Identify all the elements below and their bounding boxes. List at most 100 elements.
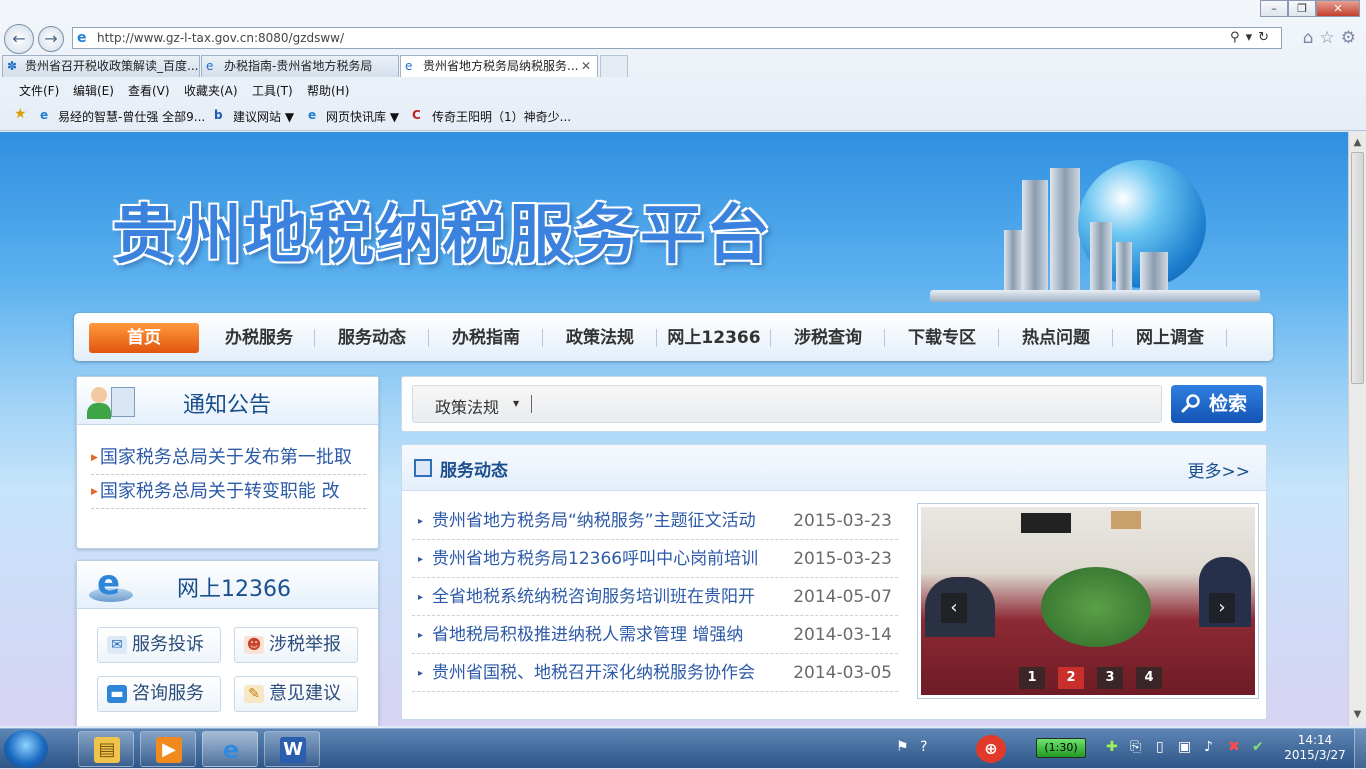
notice-panel: 通知公告 ▶ 国家税务总局关于发布第一批取 ▶ 国家税务总局关于转变职能 改 (76, 376, 379, 549)
scroll-up-arrow-icon[interactable]: ▲ (1349, 134, 1366, 151)
refresh-icon[interactable]: ↻ (1258, 30, 1275, 45)
help-icon[interactable]: ? (920, 739, 927, 755)
close-tab-icon[interactable]: ✕ (581, 56, 591, 76)
slide-indicator-4[interactable]: 4 (1136, 667, 1162, 689)
nav-hot-issues[interactable]: 热点问题 (1001, 323, 1111, 353)
nav-service-news[interactable]: 服务动态 (317, 323, 427, 353)
suggestion-button[interactable]: ✎ 意见建议 (234, 676, 358, 712)
consulting-button[interactable]: ▬ 咨询服务 (97, 676, 221, 712)
nav-policy-regulations[interactable]: 政策法规 (545, 323, 655, 353)
news-title[interactable]: 贵州省国税、地税召开深化纳税服务协作会 (432, 655, 794, 691)
nav-divider (998, 329, 999, 347)
show-desktop-button[interactable] (1354, 729, 1366, 769)
news-row[interactable]: ▸ 省地税局积极推进纳税人需求管理 增强纳 2014-03-14 (412, 617, 898, 654)
more-link[interactable]: 更多>> (1188, 457, 1251, 482)
search-button[interactable]: 检索 (1171, 385, 1263, 423)
tab-2[interactable]: e 办税指南-贵州省地方税务局 (201, 55, 399, 77)
vertical-scrollbar[interactable]: ▲ ▼ (1348, 132, 1366, 726)
settings-gear-icon[interactable]: ⚙ (1341, 28, 1362, 48)
news-row[interactable]: ▸ 贵州省国税、地税召开深化纳税服务协作会 2014-03-05 (412, 655, 898, 692)
security-alert-icon[interactable]: ✖ (1228, 739, 1240, 755)
favorite-web-slices[interactable]: 网页快讯库 ▼ (326, 108, 399, 125)
search-icon[interactable]: ⚲ (1230, 30, 1246, 45)
nav-divider (428, 329, 429, 347)
bullet-icon: ▸ (418, 554, 424, 565)
usb-icon[interactable]: ⎘ (1130, 739, 1141, 755)
forward-button[interactable]: → (38, 26, 64, 52)
battery-indicator[interactable]: (1:30) (1036, 738, 1086, 758)
slide-indicator-1[interactable]: 1 (1019, 667, 1045, 689)
news-title[interactable]: 贵州省地方税务局“纳税服务”主题征文活动 (432, 503, 794, 539)
tab-3-active[interactable]: e 贵州省地方税务局纳税服务... ✕ (400, 55, 598, 77)
minimize-button[interactable]: – (1260, 0, 1288, 17)
nav-downloads[interactable]: 下载专区 (887, 323, 997, 353)
favorites-star-icon[interactable]: ☆ (1320, 28, 1341, 48)
notice-item[interactable]: ▶ 国家税务总局关于转变职能 改 (91, 475, 366, 509)
back-button[interactable]: ← (4, 24, 34, 54)
antivirus-icon[interactable]: ⊕ (976, 735, 1006, 763)
notice-item-label[interactable]: 国家税务总局关于发布第一批取 (100, 447, 352, 468)
notice-item[interactable]: ▶ 国家税务总局关于发布第一批取 (91, 441, 366, 475)
news-row[interactable]: ▸ 贵州省地方税务局“纳税服务”主题征文活动 2015-03-23 (412, 503, 898, 540)
menu-edit[interactable]: 编辑(E) (73, 82, 114, 99)
news-photo-slider[interactable]: ‹ › 1 2 3 4 (917, 503, 1259, 699)
nav-divider (884, 329, 885, 347)
scroll-thumb[interactable] (1351, 152, 1364, 384)
battery-tray-icon[interactable]: ▯ (1156, 739, 1164, 755)
favorite-link-4[interactable]: 传奇王阳明（1）神奇少... (432, 108, 571, 125)
building-graphic (1050, 168, 1080, 292)
add-icon[interactable]: ✚ (1106, 739, 1118, 755)
nav-online-survey[interactable]: 网上调查 (1115, 323, 1225, 353)
tray-flag-icon[interactable]: ⚑ (896, 739, 909, 755)
restore-button[interactable]: ❐ (1288, 0, 1316, 17)
menu-file[interactable]: 文件(F) (19, 82, 59, 99)
favorite-suggested-sites[interactable]: 建议网站 ▼ (233, 108, 294, 125)
new-tab-button[interactable] (600, 55, 628, 77)
shield-check-icon[interactable]: ✔ (1252, 739, 1264, 755)
nav-tax-inquiry[interactable]: 涉税查询 (773, 323, 883, 353)
home-icon[interactable]: ⌂ (1303, 28, 1320, 48)
nav-home[interactable]: 首页 (89, 323, 199, 353)
favorite-link-1[interactable]: 易经的智慧-曾仕强 全部9... (58, 108, 205, 125)
news-title[interactable]: 贵州省地方税务局12366呼叫中心岗前培训 (432, 541, 794, 577)
chevron-down-icon[interactable]: ▼ (513, 399, 519, 408)
network-icon[interactable]: ▣ (1178, 739, 1191, 755)
volume-icon[interactable]: ♪ (1204, 739, 1213, 755)
dropdown-icon[interactable]: ▾ (1246, 30, 1259, 45)
tab-label: 贵州省地方税务局纳税服务... (423, 59, 579, 73)
address-bar[interactable]: e http://www.gz-l-tax.gov.cn:8080/gzdsww… (72, 27, 1282, 49)
tax-report-button[interactable]: ☻ 涉税举报 (234, 627, 358, 663)
slider-next-arrow[interactable]: › (1209, 593, 1235, 623)
menu-tools[interactable]: 工具(T) (252, 82, 293, 99)
taskbar-media-player[interactable]: ▶ (140, 731, 196, 767)
news-title[interactable]: 省地税局积极推进纳税人需求管理 增强纳 (432, 617, 794, 653)
complaint-button[interactable]: ✉ 服务投诉 (97, 627, 221, 663)
menu-view[interactable]: 查看(V) (128, 82, 170, 99)
url-text[interactable]: http://www.gz-l-tax.gov.cn:8080/gzdsww/ (97, 31, 344, 45)
close-window-button[interactable]: ✕ (1316, 0, 1360, 17)
news-title[interactable]: 全省地税系统纳税咨询服务培训班在贵阳开 (432, 579, 794, 615)
nav-tax-guide[interactable]: 办税指南 (431, 323, 541, 353)
taskbar-word[interactable]: W (264, 731, 320, 767)
tab-1[interactable]: ✽ 贵州省召开税收政策解读_百度... (2, 55, 200, 77)
system-clock[interactable]: 14:14 2015/3/27 (1280, 733, 1350, 763)
taskbar-explorer[interactable]: ▤ (78, 731, 134, 767)
taskbar-internet-explorer[interactable]: e (202, 731, 258, 767)
menu-help[interactable]: 帮助(H) (307, 82, 349, 99)
scroll-down-arrow-icon[interactable]: ▼ (1349, 706, 1366, 723)
news-row[interactable]: ▸ 贵州省地方税务局12366呼叫中心岗前培训 2015-03-23 (412, 541, 898, 578)
folder-icon: ▤ (94, 737, 120, 763)
notice-item-label[interactable]: 国家税务总局关于转变职能 改 (100, 481, 340, 502)
slide-indicator-2-active[interactable]: 2 (1058, 667, 1084, 689)
slider-prev-arrow[interactable]: ‹ (941, 593, 967, 623)
search-category-select[interactable]: 政策法规 (435, 394, 499, 418)
favorites-star-icon[interactable]: ★ (14, 106, 27, 122)
news-row[interactable]: ▸ 全省地税系统纳税咨询服务培训班在贵阳开 2014-05-07 (412, 579, 898, 616)
slide-indicator-3[interactable]: 3 (1097, 667, 1123, 689)
nav-tax-services[interactable]: 办税服务 (204, 323, 314, 353)
media-player-icon: ▶ (156, 737, 182, 763)
search-input[interactable]: 政策法规 ▼ (412, 385, 1162, 423)
menu-favorites[interactable]: 收藏夹(A) (184, 82, 238, 99)
start-button[interactable] (4, 730, 48, 768)
nav-online-12366[interactable]: 网上12366 (659, 323, 769, 353)
